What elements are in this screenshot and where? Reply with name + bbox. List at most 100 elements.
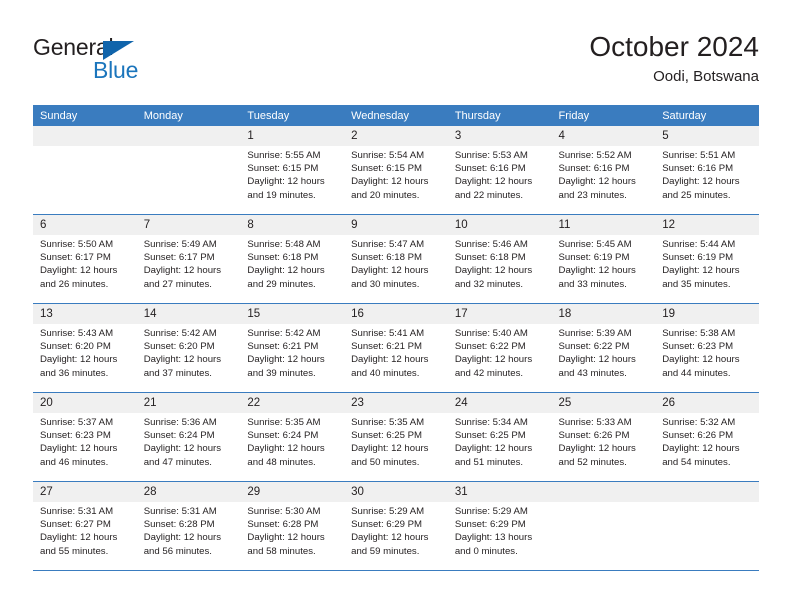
daylight-text: Daylight: 12 hours and 54 minutes. <box>662 443 740 468</box>
day-cell-inner: 15 Sunrise: 5:42 AM Sunset: 6:21 PM Dayligh… <box>240 304 345 392</box>
daylight-text: Daylight: 12 hours and 30 minutes. <box>351 265 429 290</box>
day-cell-inner: 8 Sunrise: 5:48 AM Sunset: 6:18 PM Daylight… <box>240 215 345 303</box>
calendar-day-cell[interactable]: 18 Sunrise: 5:39 AM Sunset: 6:22 PM Dayligh… <box>551 303 656 393</box>
daylight-text: Daylight: 12 hours and 47 minutes. <box>143 443 222 468</box>
day-number: 25 <box>551 393 656 413</box>
day-number: 4 <box>551 126 656 146</box>
daylight-text: Daylight: 12 hours and 37 minutes. <box>143 354 222 379</box>
calendar-day-cell[interactable]: 11 Sunrise: 5:45 AM Sunset: 6:19 PM Dayligh… <box>551 214 656 304</box>
day-cell-inner: 20 Sunrise: 5:37 AM Sunset: 6:23 PM Dayligh… <box>33 393 137 481</box>
day-cell-inner: 18 Sunrise: 5:39 AM Sunset: 6:22 PM Dayligh… <box>551 304 656 392</box>
sunset-text: Sunset: 6:22 PM <box>454 341 526 353</box>
sunset-text: Sunset: 6:18 PM <box>351 252 423 264</box>
day-cell-inner: 14 Sunrise: 5:42 AM Sunset: 6:20 PM Dayligh… <box>136 304 241 392</box>
calendar-day-cell[interactable]: 12 Sunrise: 5:44 AM Sunset: 6:19 PM Dayligh… <box>655 214 759 304</box>
calendar-day-cell[interactable]: 28 Sunrise: 5:31 AM Sunset: 6:28 PM Dayligh… <box>136 481 241 571</box>
day-cell-inner: 24 Sunrise: 5:34 AM Sunset: 6:25 PM Dayligh… <box>447 393 552 481</box>
day-cell-inner: 16 Sunrise: 5:41 AM Sunset: 6:21 PM Dayligh… <box>344 304 448 392</box>
day-number: 14 <box>136 304 241 324</box>
sunrise-text: Sunrise: 5:47 AM <box>351 239 425 250</box>
calendar-week-row: 27 Sunrise: 5:31 AM Sunset: 6:27 PM Dayligh… <box>33 481 759 571</box>
day-number: 10 <box>447 215 552 235</box>
daylight-text: Daylight: 12 hours and 39 minutes. <box>247 354 325 379</box>
day-number: 1 <box>240 126 345 146</box>
calendar-day-cell[interactable]: 14 Sunrise: 5:42 AM Sunset: 6:20 PM Dayligh… <box>136 303 241 393</box>
day-details: Sunrise: 5:54 AM Sunset: 6:15 PM Daylight:… <box>344 146 448 202</box>
day-number: 16 <box>344 304 448 324</box>
sunrise-text: Sunrise: 5:46 AM <box>454 239 528 250</box>
day-number: 20 <box>33 393 137 413</box>
calendar-day-cell[interactable]: 8 Sunrise: 5:48 AM Sunset: 6:18 PM Daylight… <box>240 214 345 304</box>
calendar-day-cell[interactable]: 13 Sunrise: 5:43 AM Sunset: 6:20 PM Dayligh… <box>33 303 137 393</box>
sunrise-text: Sunrise: 5:29 AM <box>454 506 528 517</box>
calendar-day-cell[interactable]: 16 Sunrise: 5:41 AM Sunset: 6:21 PM Dayligh… <box>344 303 448 393</box>
day-number: 24 <box>447 393 552 413</box>
sunset-text: Sunset: 6:16 PM <box>662 163 734 175</box>
day-cell-inner: 10 Sunrise: 5:46 AM Sunset: 6:18 PM Dayligh… <box>447 215 552 303</box>
sunrise-text: Sunrise: 5:54 AM <box>351 150 425 161</box>
day-cell-inner: 26 Sunrise: 5:32 AM Sunset: 6:26 PM Dayligh… <box>655 393 759 481</box>
daylight-text: Daylight: 12 hours and 29 minutes. <box>247 265 325 290</box>
day-details: Sunrise: 5:31 AM Sunset: 6:27 PM Daylight:… <box>33 502 137 558</box>
sunrise-text: Sunrise: 5:42 AM <box>247 328 321 339</box>
sunset-text: Sunset: 6:21 PM <box>351 341 423 353</box>
day-number: 19 <box>655 304 759 324</box>
calendar-day-cell[interactable]: 23 Sunrise: 5:35 AM Sunset: 6:25 PM Dayligh… <box>344 392 448 482</box>
calendar-day-cell[interactable]: 1 Sunrise: 5:55 AM Sunset: 6:15 PM Daylight… <box>240 126 345 215</box>
calendar-day-cell[interactable]: 22 Sunrise: 5:35 AM Sunset: 6:24 PM Dayligh… <box>240 392 345 482</box>
sunset-text: Sunset: 6:28 PM <box>247 519 319 531</box>
sunset-text: Sunset: 6:24 PM <box>143 430 215 442</box>
sunrise-text: Sunrise: 5:32 AM <box>662 417 736 428</box>
calendar-day-cell[interactable]: 2 Sunrise: 5:54 AM Sunset: 6:15 PM Daylight… <box>344 126 448 215</box>
calendar-day-cell[interactable]: 20 Sunrise: 5:37 AM Sunset: 6:23 PM Dayligh… <box>33 392 137 482</box>
calendar-day-cell[interactable]: 19 Sunrise: 5:38 AM Sunset: 6:23 PM Dayligh… <box>655 303 759 393</box>
day-cell-inner: 27 Sunrise: 5:31 AM Sunset: 6:27 PM Dayligh… <box>33 482 137 570</box>
calendar-day-cell[interactable]: 29 Sunrise: 5:30 AM Sunset: 6:28 PM Dayligh… <box>240 481 345 571</box>
day-details: Sunrise: 5:51 AM Sunset: 6:16 PM Daylight:… <box>655 146 759 202</box>
calendar-day-cell[interactable]: 3 Sunrise: 5:53 AM Sunset: 6:16 PM Daylight… <box>447 126 552 215</box>
sunrise-text: Sunrise: 5:40 AM <box>454 328 528 339</box>
day-number: 6 <box>33 215 137 235</box>
calendar-day-cell[interactable]: 9 Sunrise: 5:47 AM Sunset: 6:18 PM Daylight… <box>344 214 448 304</box>
sunrise-text: Sunrise: 5:30 AM <box>247 506 321 517</box>
day-number <box>136 126 241 146</box>
calendar-day-cell[interactable]: 27 Sunrise: 5:31 AM Sunset: 6:27 PM Dayligh… <box>33 481 137 571</box>
sunrise-text: Sunrise: 5:36 AM <box>143 417 217 428</box>
day-number: 15 <box>240 304 345 324</box>
weekday-header-friday: Friday <box>551 105 656 126</box>
sunset-text: Sunset: 6:25 PM <box>351 430 423 442</box>
day-cell-inner: 12 Sunrise: 5:44 AM Sunset: 6:19 PM Dayligh… <box>655 215 759 303</box>
day-cell-inner: 22 Sunrise: 5:35 AM Sunset: 6:24 PM Dayligh… <box>240 393 345 481</box>
calendar-day-cell[interactable]: 10 Sunrise: 5:46 AM Sunset: 6:18 PM Dayligh… <box>447 214 552 304</box>
sunrise-text: Sunrise: 5:48 AM <box>247 239 321 250</box>
day-number <box>33 126 137 146</box>
daylight-text: Daylight: 12 hours and 19 minutes. <box>247 176 325 201</box>
calendar-day-cell[interactable]: 24 Sunrise: 5:34 AM Sunset: 6:25 PM Dayligh… <box>447 392 552 482</box>
day-number: 29 <box>240 482 345 502</box>
daylight-text: Daylight: 12 hours and 58 minutes. <box>247 532 325 557</box>
day-details: Sunrise: 5:29 AM Sunset: 6:29 PM Daylight:… <box>344 502 448 558</box>
day-details: Sunrise: 5:36 AM Sunset: 6:24 PM Daylight:… <box>137 413 241 469</box>
calendar-day-cell[interactable]: 17 Sunrise: 5:40 AM Sunset: 6:22 PM Dayligh… <box>447 303 552 393</box>
location-subtitle: Oodi, Botswana <box>653 68 759 85</box>
daylight-text: Daylight: 12 hours and 42 minutes. <box>454 354 533 379</box>
calendar-day-cell[interactable]: 25 Sunrise: 5:33 AM Sunset: 6:26 PM Dayligh… <box>551 392 656 482</box>
sunset-text: Sunset: 6:16 PM <box>558 163 630 175</box>
day-details: Sunrise: 5:33 AM Sunset: 6:26 PM Daylight:… <box>552 413 656 469</box>
calendar-day-cell[interactable]: 26 Sunrise: 5:32 AM Sunset: 6:26 PM Dayligh… <box>655 392 759 482</box>
calendar-day-cell[interactable]: 6 Sunrise: 5:50 AM Sunset: 6:17 PM Daylight… <box>33 214 137 304</box>
day-details: Sunrise: 5:42 AM Sunset: 6:21 PM Daylight:… <box>240 324 344 380</box>
calendar-day-cell[interactable]: 31 Sunrise: 5:29 AM Sunset: 6:29 PM Dayligh… <box>447 481 552 571</box>
calendar-day-cell[interactable]: 5 Sunrise: 5:51 AM Sunset: 6:16 PM Daylight… <box>655 126 759 215</box>
day-details: Sunrise: 5:34 AM Sunset: 6:25 PM Daylight:… <box>448 413 552 469</box>
calendar-day-cell[interactable]: 21 Sunrise: 5:36 AM Sunset: 6:24 PM Dayligh… <box>136 392 241 482</box>
sunrise-text: Sunrise: 5:44 AM <box>662 239 736 250</box>
day-details: Sunrise: 5:39 AM Sunset: 6:22 PM Daylight:… <box>552 324 656 380</box>
calendar-day-cell[interactable]: 15 Sunrise: 5:42 AM Sunset: 6:21 PM Dayligh… <box>240 303 345 393</box>
calendar-day-cell[interactable]: 30 Sunrise: 5:29 AM Sunset: 6:29 PM Dayligh… <box>344 481 448 571</box>
sunrise-text: Sunrise: 5:34 AM <box>454 417 528 428</box>
calendar-day-cell[interactable]: 4 Sunrise: 5:52 AM Sunset: 6:16 PM Daylight… <box>551 126 656 215</box>
calendar-header-row: Sunday Monday Tuesday Wednesday Thursday Frid… <box>33 105 759 126</box>
day-cell-inner: 7 Sunrise: 5:49 AM Sunset: 6:17 PM Daylight… <box>136 215 241 303</box>
calendar-day-cell[interactable]: 7 Sunrise: 5:49 AM Sunset: 6:17 PM Daylight… <box>136 214 241 304</box>
